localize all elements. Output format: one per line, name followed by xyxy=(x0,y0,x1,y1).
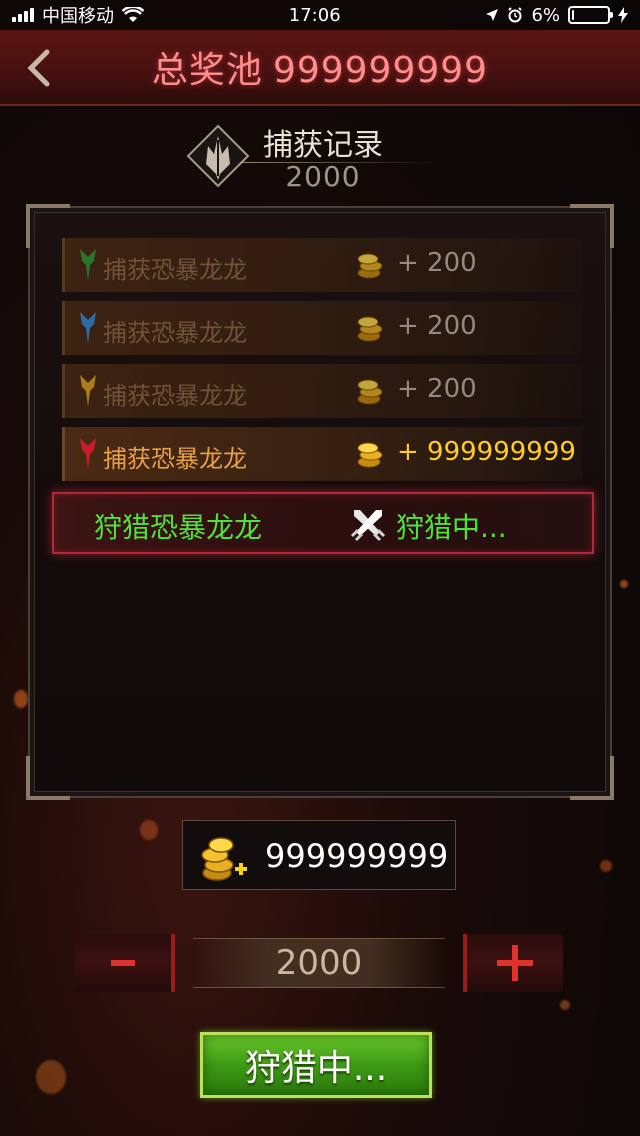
record-reward: + 999999999 xyxy=(397,437,576,467)
wing-emblem-icon xyxy=(186,124,250,188)
prize-pool-title: 总奖池 999999999 xyxy=(152,41,488,93)
minus-icon xyxy=(111,960,135,966)
record-label: 捕获恐暴龙龙 xyxy=(103,382,247,410)
record-label: 捕获恐暴龙龙 xyxy=(103,319,247,347)
record-reward: + 200 xyxy=(397,311,477,341)
bet-amount: 2000 xyxy=(193,938,445,988)
hunting-record-row: 狩猎恐暴龙龙 狩猎中... xyxy=(52,492,594,554)
panel-corner xyxy=(26,756,70,800)
game-screen: { "status_bar": { "carrier": "中国移动", "ti… xyxy=(0,0,640,1136)
status-bar: 中国移动 17:06 6% xyxy=(0,0,640,30)
coin-stack-icon xyxy=(357,379,383,405)
panel-corner xyxy=(570,756,614,800)
ember-decoration xyxy=(140,820,158,840)
coin-stack-icon xyxy=(357,442,383,468)
clock: 17:06 xyxy=(288,4,341,26)
ember-decoration xyxy=(600,860,612,872)
coin-stack-add-icon xyxy=(201,837,247,881)
hunting-status: 狩猎中... xyxy=(396,511,507,544)
record-reward: + 200 xyxy=(397,248,477,278)
capture-record-title: 捕获记录 xyxy=(263,128,383,163)
prize-pool-value: 999999999 xyxy=(272,50,489,91)
capture-record-row: 捕获恐暴龙龙 + 200 xyxy=(62,301,582,355)
ember-decoration xyxy=(560,1000,570,1010)
green-dragon-icon xyxy=(75,246,101,284)
back-button[interactable] xyxy=(20,48,56,88)
record-reward: + 200 xyxy=(397,374,477,404)
ember-decoration xyxy=(620,580,628,588)
carrier-name: 中国移动 xyxy=(42,6,114,27)
capture-record-row: 捕获恐暴龙龙 + 999999999 xyxy=(62,427,582,481)
crossed-swords-icon xyxy=(350,510,386,542)
hunting-label: 狩猎恐暴龙龙 xyxy=(94,511,263,544)
coin-balance: 999999999 xyxy=(182,820,456,890)
ember-decoration xyxy=(14,690,28,708)
record-label: 捕获恐暴龙龙 xyxy=(103,256,247,284)
yellow-dragon-icon xyxy=(75,372,101,410)
battery-icon xyxy=(568,6,613,24)
red-dragon-icon xyxy=(75,435,101,473)
location-icon xyxy=(486,9,499,21)
coin-stack-icon xyxy=(357,253,383,279)
charging-icon xyxy=(618,7,628,23)
blue-dragon-icon xyxy=(75,309,101,347)
capture-record-list: 捕获恐暴龙龙 + 200 捕获恐暴龙龙 + 200 捕获恐暴龙龙 + 200 捕获恐暴龙龙 +… xyxy=(62,238,582,490)
hunt-button-label: 狩猎中... xyxy=(244,1048,388,1089)
wifi-icon xyxy=(122,7,144,22)
hunt-button[interactable]: 狩猎中... xyxy=(200,1032,432,1098)
coin-balance-value: 999999999 xyxy=(265,837,449,875)
capture-record-row: 捕获恐暴龙龙 + 200 xyxy=(62,364,582,418)
alarm-icon xyxy=(508,7,523,23)
capture-record-count: 2000 xyxy=(285,160,361,193)
decrease-button[interactable] xyxy=(75,934,175,992)
record-label: 捕获恐暴龙龙 xyxy=(103,445,247,473)
capture-record-panel: 捕获恐暴龙龙 + 200 捕获恐暴龙龙 + 200 捕获恐暴龙龙 + 200 捕获恐暴龙龙 +… xyxy=(26,204,614,800)
coin-stack-icon xyxy=(357,316,383,342)
signal-icon xyxy=(12,8,34,22)
header-bar: 总奖池 999999999 xyxy=(0,30,640,106)
battery-percent: 6% xyxy=(531,4,560,26)
prize-pool-label: 总奖池 xyxy=(151,50,263,91)
bet-stepper: 2000 xyxy=(75,934,563,992)
increase-button[interactable] xyxy=(463,934,563,992)
capture-record-row: 捕获恐暴龙龙 + 200 xyxy=(62,238,582,292)
chevron-left-icon xyxy=(27,49,50,87)
ember-decoration xyxy=(36,1060,66,1094)
plus-icon xyxy=(497,945,533,981)
